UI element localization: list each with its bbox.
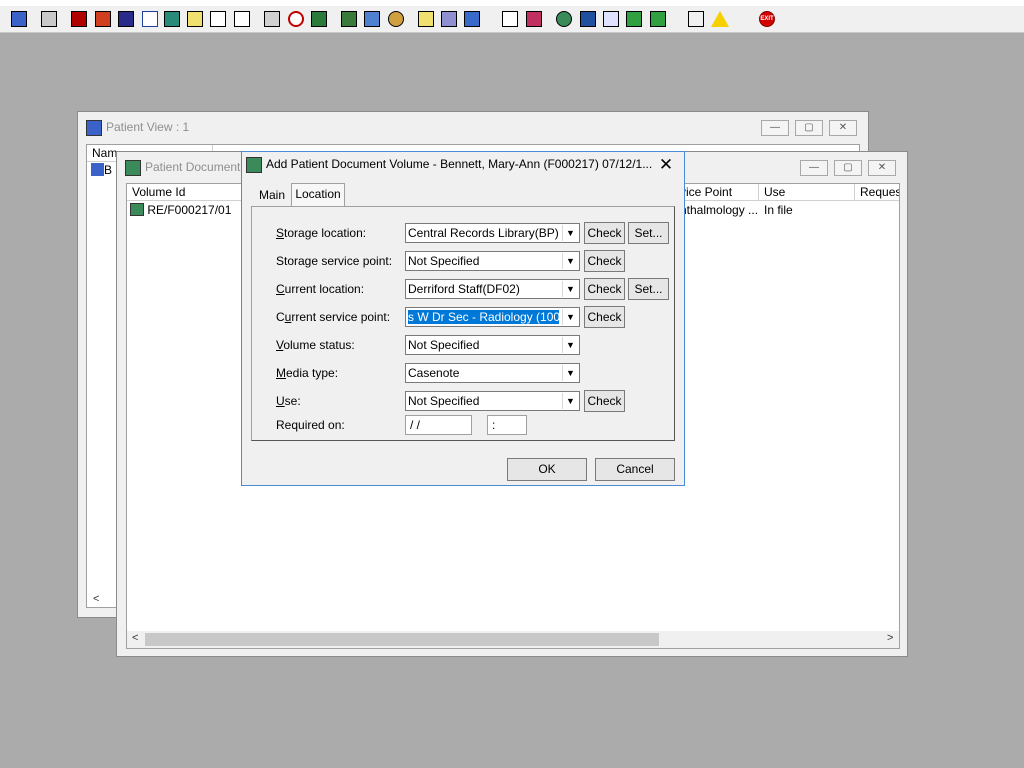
storage-service-point-label: Storage service point: xyxy=(276,254,393,268)
table-row[interactable]: RE/F000217/01 xyxy=(130,202,231,218)
close-button[interactable]: ✕ xyxy=(829,120,857,136)
checklist-green-icon[interactable] xyxy=(624,9,644,29)
person-icon[interactable] xyxy=(9,9,29,29)
report-icon[interactable] xyxy=(339,9,359,29)
person-icon xyxy=(86,120,102,136)
current-location-set-button[interactable]: Set... xyxy=(628,278,669,300)
checklist-arrow-icon[interactable] xyxy=(648,9,668,29)
flag-icon[interactable] xyxy=(208,9,228,29)
horizontal-scrollbar[interactable]: < > xyxy=(127,631,899,648)
maximize-button[interactable]: ▢ xyxy=(795,120,823,136)
volume-status-label: Volume status: xyxy=(276,338,355,352)
media-type-combo[interactable]: Casenote ▼ xyxy=(405,363,580,383)
add-volume-dialog: Add Patient Document Volume - Bennett, M… xyxy=(241,151,685,486)
doctor-icon[interactable] xyxy=(162,9,182,29)
notepad-icon[interactable] xyxy=(185,9,205,29)
tab-main[interactable]: Main xyxy=(254,185,290,207)
current-location-combo[interactable]: Derriford Staff(DF02) ▼ xyxy=(405,279,580,299)
service-point-cell: nthalmology ... xyxy=(680,203,759,217)
use-cell: In file xyxy=(764,203,793,217)
print-icon[interactable] xyxy=(439,9,459,29)
monitor-icon[interactable] xyxy=(116,9,136,29)
column-header-requested[interactable]: Reques xyxy=(855,184,899,201)
note-icon[interactable] xyxy=(416,9,436,29)
storage-location-set-button[interactable]: Set... xyxy=(628,222,669,244)
storage-location-combo[interactable]: Central Records Library(BP) ▼ xyxy=(405,223,580,243)
maximize-button[interactable]: ▢ xyxy=(834,160,862,176)
chevron-down-icon[interactable]: ▼ xyxy=(562,281,578,297)
person-icon xyxy=(91,163,104,176)
scissors-icon[interactable] xyxy=(262,9,282,29)
current-location-check-button[interactable]: Check xyxy=(584,278,625,300)
chevron-down-icon[interactable]: ▼ xyxy=(562,225,578,241)
scroll-left-icon[interactable]: < xyxy=(93,593,99,605)
current-service-point-label: Current service point: xyxy=(276,310,391,324)
use-combo[interactable]: Not Specified ▼ xyxy=(405,391,580,411)
chevron-down-icon[interactable]: ▼ xyxy=(562,365,578,381)
media-type-label: Media type: xyxy=(276,366,339,380)
volume-id-cell: RE/F000217/01 xyxy=(147,203,232,217)
patient-document-title: Patient Document xyxy=(145,160,241,174)
letter-m-icon[interactable] xyxy=(140,9,160,29)
scroll-right-icon[interactable]: > xyxy=(887,632,893,644)
screen-icon[interactable] xyxy=(309,9,329,29)
checklist-icon[interactable] xyxy=(601,9,621,29)
inbox-icon[interactable] xyxy=(578,9,598,29)
current-service-point-check-button[interactable]: Check xyxy=(584,306,625,328)
storage-service-point-check-button[interactable]: Check xyxy=(584,250,625,272)
document-icon xyxy=(246,157,262,173)
document-volume-icon xyxy=(130,203,144,216)
chevron-down-icon[interactable]: ▼ xyxy=(562,393,578,409)
current-location-label: Current location: xyxy=(276,282,365,296)
book-icon[interactable] xyxy=(69,9,89,29)
storage-location-label: Storage location: xyxy=(276,226,367,240)
required-on-date-field[interactable]: / / xyxy=(405,415,472,435)
chevron-down-icon[interactable]: ▼ xyxy=(562,337,578,353)
chart-icon[interactable] xyxy=(362,9,382,29)
document-icon xyxy=(125,160,141,176)
required-on-label: Required on: xyxy=(276,418,345,432)
storage-location-check-button[interactable]: Check xyxy=(584,222,625,244)
clock-icon[interactable] xyxy=(286,9,306,29)
use-check-button[interactable]: Check xyxy=(584,390,625,412)
close-button[interactable]: ✕ xyxy=(868,160,896,176)
patient-view-titlebar[interactable]: Patient View : 1 — ▢ ✕ xyxy=(78,112,868,142)
cancel-button[interactable]: Cancel xyxy=(595,458,675,481)
storage-service-point-combo[interactable]: Not Specified ▼ xyxy=(405,251,580,271)
minimize-button[interactable]: — xyxy=(761,120,789,136)
warning-icon[interactable] xyxy=(710,9,730,29)
flag-icon[interactable] xyxy=(232,9,252,29)
chevron-down-icon[interactable]: ▼ xyxy=(562,309,578,325)
exit-icon[interactable]: EXIT xyxy=(757,9,777,29)
minimize-button[interactable]: — xyxy=(800,160,828,176)
column-header-service-point[interactable]: vice Point xyxy=(675,184,759,201)
ok-button[interactable]: OK xyxy=(507,458,587,481)
column-header-use[interactable]: Use xyxy=(759,184,855,201)
globe-icon[interactable] xyxy=(554,9,574,29)
required-on-time-field[interactable]: : xyxy=(487,415,527,435)
dialog-title: Add Patient Document Volume - Bennett, M… xyxy=(266,157,653,171)
printer-icon[interactable] xyxy=(39,9,59,29)
column-header-volume-id[interactable]: Volume Id xyxy=(127,184,243,201)
list-item[interactable]: B xyxy=(91,162,112,178)
location-panel: Storage location: Central Records Librar… xyxy=(251,206,675,441)
close-icon[interactable]: ✕ xyxy=(656,155,676,175)
swap-icon[interactable] xyxy=(686,9,706,29)
page-icon[interactable] xyxy=(500,9,520,29)
tab-location[interactable]: Location xyxy=(291,183,345,207)
radar-icon[interactable] xyxy=(386,9,406,29)
chevron-down-icon[interactable]: ▼ xyxy=(562,253,578,269)
bar-chart-icon[interactable] xyxy=(524,9,544,29)
use-label: Use: xyxy=(276,394,301,408)
patient-view-title: Patient View : 1 xyxy=(106,120,190,134)
scroll-left-icon[interactable]: < xyxy=(132,632,138,644)
folder-edit-icon[interactable] xyxy=(93,9,113,29)
main-toolbar: EXIT xyxy=(0,6,1024,33)
scrollbar-thumb[interactable] xyxy=(145,633,659,646)
volume-status-combo[interactable]: Not Specified ▼ xyxy=(405,335,580,355)
current-service-point-combo[interactable]: s W Dr Sec - Radiology (100535) ▼ xyxy=(405,307,580,327)
people-icon[interactable] xyxy=(462,9,482,29)
